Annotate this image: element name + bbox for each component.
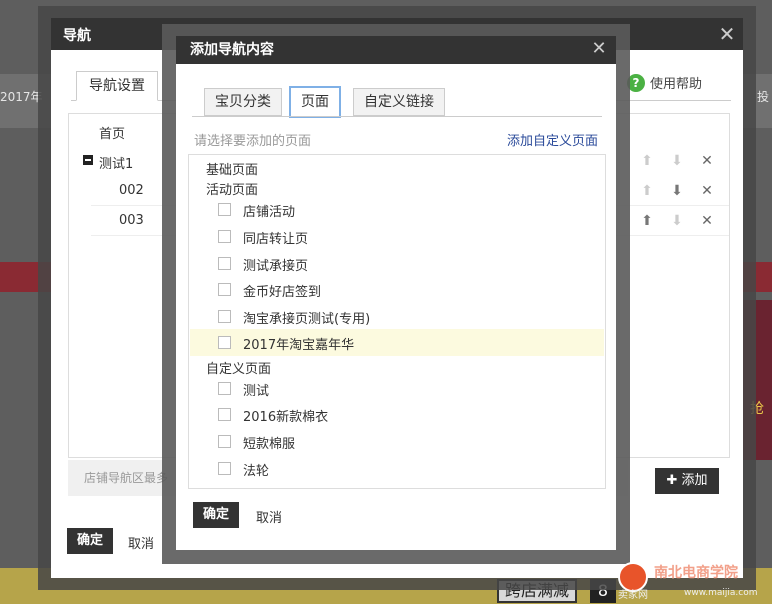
add-navigation-content-dialog: 添加导航内容 ✕ 宝贝分类 页面 自定义链接 请选择要添加的页面 添加自定义页面… bbox=[176, 36, 616, 550]
arrow-up-icon[interactable]: ⬆ bbox=[639, 212, 655, 230]
tab-divider bbox=[192, 116, 602, 117]
list-item[interactable]: 短款棉服 bbox=[190, 428, 604, 455]
page-label: 测试承接页 bbox=[243, 259, 309, 274]
select-page-hint: 请选择要添加的页面 bbox=[194, 134, 312, 149]
add-button-label: 添加 bbox=[681, 473, 708, 488]
checkbox[interactable] bbox=[218, 230, 231, 243]
nav-row-label: 002 bbox=[119, 183, 144, 198]
checkbox[interactable] bbox=[218, 283, 231, 296]
checkbox[interactable] bbox=[218, 336, 231, 349]
plus-icon: ✚ bbox=[666, 473, 678, 488]
tab-item-category[interactable]: 宝贝分类 bbox=[204, 88, 282, 116]
page-label: 2017年淘宝嘉年华 bbox=[243, 338, 355, 353]
help-link-label: 使用帮助 bbox=[650, 77, 703, 92]
add-button[interactable]: ✚ 添加 bbox=[655, 468, 719, 494]
group-basic-pages: 基础页面 bbox=[206, 163, 259, 178]
list-item[interactable]: 测试 bbox=[190, 375, 604, 402]
checkbox[interactable] bbox=[218, 408, 231, 421]
row-actions: ⬆ ⬇ ✕ bbox=[639, 182, 715, 200]
background-nav-text: 2017年 bbox=[0, 90, 43, 104]
tab-custom-link[interactable]: 自定义链接 bbox=[353, 88, 445, 116]
delete-icon[interactable]: ✕ bbox=[699, 152, 715, 170]
checkbox[interactable] bbox=[218, 257, 231, 270]
page-label: 同店转让页 bbox=[243, 232, 309, 247]
checkbox[interactable] bbox=[218, 435, 231, 448]
confirm-button[interactable]: 确定 bbox=[67, 528, 113, 554]
watermark-url: www.maijia.com bbox=[684, 588, 758, 598]
collapse-icon[interactable] bbox=[83, 155, 93, 165]
arrow-up-icon[interactable]: ⬆ bbox=[639, 152, 655, 170]
page-label: 短款棉服 bbox=[243, 437, 296, 452]
nav-row-label: 003 bbox=[119, 213, 144, 228]
list-item[interactable]: 法轮 bbox=[190, 455, 604, 482]
list-item-highlighted[interactable]: 2017年淘宝嘉年华 bbox=[190, 329, 604, 356]
watermark: 南北电商学院 卖家网 www.maijia.com bbox=[616, 560, 772, 604]
arrow-down-icon[interactable]: ⬇ bbox=[669, 182, 685, 200]
delete-icon[interactable]: ✕ bbox=[699, 212, 715, 230]
watermark-subtext: 卖家网 bbox=[618, 590, 648, 601]
list-item[interactable]: 测试承接页 bbox=[190, 250, 604, 277]
nav-row-label: 测试1 bbox=[99, 157, 134, 172]
help-link[interactable]: ? 使用帮助 bbox=[627, 73, 702, 92]
background-nav-text-right: 投 bbox=[757, 90, 770, 104]
checkbox[interactable] bbox=[218, 203, 231, 216]
cancel-button[interactable]: 取消 bbox=[128, 533, 154, 552]
list-item[interactable]: 淘宝承接页测试(专用) bbox=[190, 303, 604, 330]
cancel-button[interactable]: 取消 bbox=[256, 507, 282, 526]
page-label: 店铺活动 bbox=[243, 205, 296, 220]
row-actions: ⬆ ⬇ ✕ bbox=[639, 212, 715, 230]
list-item[interactable]: 同店转让页 bbox=[190, 223, 604, 250]
list-item[interactable]: 2016新款棉衣 bbox=[190, 401, 604, 428]
arrow-up-icon[interactable]: ⬆ bbox=[639, 182, 655, 200]
page-label: 2016新款棉衣 bbox=[243, 410, 329, 425]
tab-pages[interactable]: 页面 bbox=[289, 86, 341, 118]
add-dialog-title: 添加导航内容 bbox=[190, 42, 274, 58]
page-list: 基础页面 活动页面 店铺活动 同店转让页 测试承接页 金币好店签到 淘宝承接页测… bbox=[188, 154, 606, 489]
confirm-button[interactable]: 确定 bbox=[193, 502, 239, 528]
page-label: 测试 bbox=[243, 384, 270, 399]
watermark-text: 南北电商学院 bbox=[654, 565, 738, 581]
checkbox[interactable] bbox=[218, 310, 231, 323]
list-item[interactable]: 金币好店签到 bbox=[190, 276, 604, 303]
delete-icon[interactable]: ✕ bbox=[699, 182, 715, 200]
add-custom-page-link[interactable]: 添加自定义页面 bbox=[507, 130, 598, 149]
list-item[interactable]: 店铺活动 bbox=[190, 196, 604, 223]
page-label: 金币好店签到 bbox=[243, 285, 322, 300]
checkbox[interactable] bbox=[218, 382, 231, 395]
nav-row-label: 首页 bbox=[99, 127, 126, 142]
add-dialog-header: 添加导航内容 ✕ bbox=[176, 36, 616, 64]
arrow-down-icon[interactable]: ⬇ bbox=[669, 152, 685, 170]
tab-navigation-settings[interactable]: 导航设置 bbox=[76, 71, 158, 101]
arrow-down-icon[interactable]: ⬇ bbox=[669, 212, 685, 230]
close-icon[interactable]: ✕ bbox=[715, 22, 739, 46]
checkbox[interactable] bbox=[218, 462, 231, 475]
page-label: 法轮 bbox=[243, 464, 270, 479]
close-icon[interactable]: ✕ bbox=[588, 38, 610, 60]
navigation-dialog-title: 导航 bbox=[63, 28, 91, 44]
page-label: 淘宝承接页测试(专用) bbox=[243, 312, 371, 327]
row-actions: ⬆ ⬇ ✕ bbox=[639, 152, 715, 170]
